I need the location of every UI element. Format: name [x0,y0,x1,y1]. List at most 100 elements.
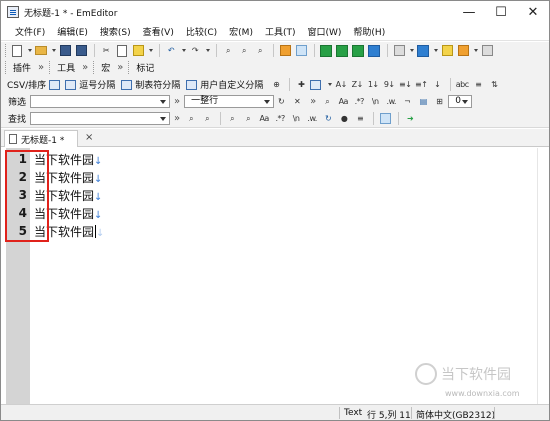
escape-button[interactable]: \n [368,95,382,109]
select-column-button[interactable]: ✚ [294,78,308,92]
chevron-down-icon[interactable] [160,117,166,121]
sort-desc-button[interactable]: Z↓ [350,78,364,92]
search-highlight-button[interactable]: ● [337,112,351,126]
menu-file[interactable]: 文件(F) [9,25,51,38]
columns-button[interactable] [310,78,324,92]
split-button[interactable] [367,44,381,58]
macros-overflow-icon[interactable]: » [117,62,123,73]
chevron-down-icon[interactable] [264,100,271,104]
filter-refresh-button[interactable]: ↻ [274,95,288,109]
plugins-label[interactable]: 插件 [10,61,34,74]
maximize-button[interactable]: ☐ [485,1,517,23]
undo-dropdown-icon[interactable] [182,48,186,53]
search-case-button[interactable]: ⌕ [241,112,255,126]
cut-button[interactable]: ✂ [99,44,113,58]
macros-label[interactable]: 宏 [98,61,113,74]
compare-button[interactable] [319,44,333,58]
toolbar-grip[interactable] [93,61,95,74]
chevron-down-icon[interactable] [462,100,469,104]
filter-button[interactable] [294,44,308,58]
new-file-button[interactable] [10,44,24,58]
search-overflow-icon[interactable]: » [174,113,180,124]
filter-clear-button[interactable]: ✕ [290,95,304,109]
tab-untitled-1[interactable]: 无标题-1 * [4,130,78,147]
save-all-button[interactable] [74,44,88,58]
columns-dropdown-icon[interactable] [328,82,333,87]
search-go-button[interactable]: ➜ [403,112,417,126]
menu-view[interactable]: 查看(V) [137,25,180,38]
sort-num-desc-button[interactable]: 9↓ [382,78,396,92]
workspace-button[interactable] [416,44,430,58]
plugin-button[interactable] [440,44,454,58]
search-match-case-button[interactable]: Aa [257,112,271,126]
vertical-scrollbar[interactable] [537,148,549,404]
abc-sort-button[interactable]: abc [455,78,469,92]
tools-overflow-icon[interactable]: » [82,62,88,73]
toolbar-grip[interactable] [5,44,7,57]
open-button[interactable] [34,44,48,58]
close-button[interactable]: ✕ [517,1,549,23]
save-button[interactable] [58,44,72,58]
menu-help[interactable]: 帮助(H) [347,25,391,38]
redo-dropdown-icon[interactable] [206,48,210,53]
whole-word-button[interactable]: .w. [384,95,398,109]
menu-window[interactable]: 窗口(W) [302,25,348,38]
sort-len-button[interactable]: ≡↓ [398,78,412,92]
remove-duplicates-button[interactable]: ≡ [471,78,485,92]
workspace-dropdown-icon[interactable] [434,48,438,53]
bookmark-button[interactable]: ▤ [416,95,430,109]
menu-search[interactable]: 搜索(S) [94,25,137,38]
sync-scroll-button[interactable] [335,44,349,58]
tab-close-button[interactable]: × [85,132,93,143]
match-case-button[interactable]: Aa [336,95,350,109]
search-escape-button[interactable]: \n [289,112,303,126]
undo-button[interactable]: ↶ [164,44,178,58]
status-position[interactable]: 行 5,列 11 [367,408,411,421]
chevron-down-icon[interactable] [160,100,166,104]
search-input[interactable] [30,112,170,125]
context-lines-select[interactable]: 0 [448,95,473,108]
find-next-button[interactable]: ⌕ [237,44,251,58]
filter-search-button[interactable]: ⌕ [320,95,334,109]
search-whole-word-button[interactable]: .w. [305,112,319,126]
search-regex-button[interactable]: .*? [273,112,287,126]
menu-compare[interactable]: 比较(C) [180,25,223,38]
menu-tools[interactable]: 工具(T) [259,25,302,38]
more-sort-button[interactable]: ⇅ [487,78,501,92]
context-lines-button[interactable]: ⊞ [432,95,446,109]
sort-len-desc-button[interactable]: ≡↑ [414,78,428,92]
regex-button[interactable]: .*? [352,95,366,109]
customize-button[interactable] [456,44,470,58]
user-defined-button[interactable]: 用户自定义分隔 [186,78,263,91]
copy-button[interactable] [115,44,129,58]
sort-asc-button[interactable]: A↓ [334,78,348,92]
open-dropdown-icon[interactable] [52,48,56,53]
filter-overflow-icon[interactable]: » [174,96,180,107]
csv-mode-button[interactable] [49,78,63,92]
plugins-overflow-icon[interactable]: » [38,62,44,73]
sort-num-asc-button[interactable]: 1↓ [366,78,380,92]
redo-button[interactable]: ↷ [188,44,202,58]
highlight-button[interactable] [278,44,292,58]
tab-separated-button[interactable]: 制表符分隔 [121,78,180,91]
sort-ip-button[interactable]: ↓ [430,78,444,92]
search-wrap-button[interactable]: ↻ [321,112,335,126]
menu-edit[interactable]: 编辑(E) [51,25,94,38]
tools-label[interactable]: 工具 [54,61,78,74]
properties-button[interactable] [480,44,494,58]
config-button[interactable] [392,44,406,58]
status-mode[interactable]: Text [344,408,362,418]
find-next-icon-button[interactable]: ⌕ [184,112,198,126]
find-prev-icon-button[interactable]: ⌕ [200,112,214,126]
config-dropdown-icon[interactable] [410,48,414,53]
status-encoding[interactable]: 简体中文(GB2312) [416,408,495,421]
filter-input[interactable] [30,95,170,108]
paste-dropdown-icon[interactable] [149,48,153,53]
markers-label[interactable]: 标记 [133,61,157,74]
paste-button[interactable] [131,44,145,58]
filter-scope-select[interactable]: 一整行 [184,95,275,108]
search-mark-button[interactable]: ≡ [353,112,367,126]
refresh-button[interactable] [351,44,365,58]
toolbar-grip[interactable] [128,61,130,74]
search-bookmark-button[interactable] [378,112,392,126]
